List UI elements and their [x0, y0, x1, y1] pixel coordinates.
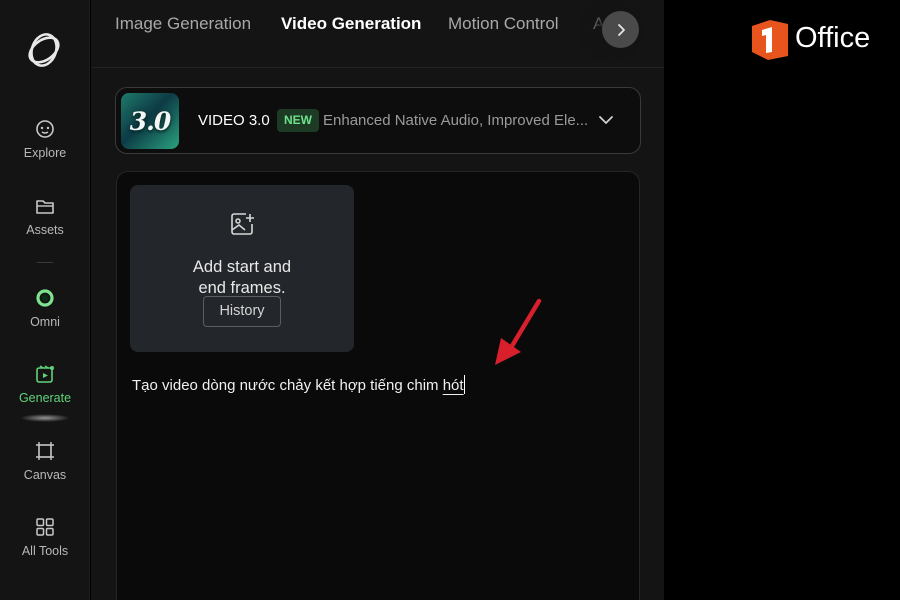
sidebar-item-label: All Tools	[21, 544, 69, 558]
tab-bar: Image Generation Video Generation Motion…	[91, 0, 664, 68]
prompt-text-last-word: hót	[442, 377, 464, 394]
sidebar-item-explore[interactable]: Explore	[0, 118, 90, 160]
office-watermark: Office	[748, 16, 870, 62]
tabs-next-button[interactable]	[602, 11, 639, 48]
canvas-frame-icon	[36, 442, 54, 460]
main-panel: Image Generation Video Generation Motion…	[91, 0, 664, 600]
sidebar-item-label: Generate	[18, 391, 72, 405]
add-frames-label: Add start and end frames.	[192, 258, 292, 297]
tab-video-generation[interactable]: Video Generation	[281, 14, 421, 34]
prompt-area[interactable]: Add start and end frames. History Tạo vi…	[116, 171, 640, 600]
sidebar-item-label: Omni	[30, 315, 60, 329]
text-caret	[463, 375, 465, 394]
model-description: Enhanced Native Audio, Improved Ele...	[323, 112, 589, 129]
folder-icon	[36, 200, 54, 214]
add-frames-card[interactable]: Add start and end frames. History	[130, 185, 354, 352]
tab-motion-control[interactable]: Motion Control	[448, 14, 559, 34]
history-button[interactable]: History	[203, 296, 281, 327]
new-badge: NEW	[277, 109, 319, 132]
model-selector[interactable]: 3.0 VIDEO 3.0 NEW Enhanced Native Audio,…	[115, 87, 641, 154]
add-image-icon	[231, 213, 254, 235]
omni-ring-icon	[36, 289, 54, 307]
sidebar-item-label: Assets	[26, 223, 64, 237]
active-indicator	[20, 414, 70, 422]
prompt-text: Tạo video dòng nước chảy kết hợp tiếng c…	[132, 377, 443, 394]
office-logo-icon	[752, 20, 788, 60]
chevron-right-icon	[617, 23, 625, 36]
generate-icon	[36, 365, 54, 383]
sidebar-divider	[37, 262, 53, 263]
sidebar: Explore Assets Omni Generate Canvas All …	[0, 0, 90, 600]
sidebar-item-generate[interactable]: Generate	[0, 363, 90, 405]
tab-image-generation[interactable]: Image Generation	[115, 14, 251, 34]
sidebar-item-label: Explore	[23, 146, 67, 160]
sidebar-item-all-tools[interactable]: All Tools	[0, 516, 90, 558]
explore-icon	[36, 120, 54, 138]
model-thumbnail: 3.0	[121, 93, 179, 149]
sidebar-item-assets[interactable]: Assets	[0, 195, 90, 237]
model-name: VIDEO 3.0	[198, 112, 270, 129]
prompt-input[interactable]: Tạo video dòng nước chảy kết hợp tiếng c…	[132, 375, 465, 394]
red-arrow-annotation	[495, 298, 542, 365]
office-watermark-text: Office	[795, 22, 871, 54]
sidebar-item-canvas[interactable]: Canvas	[0, 440, 90, 482]
sidebar-item-label: Canvas	[23, 468, 67, 482]
chevron-down-icon	[599, 116, 613, 124]
grid-icon	[36, 518, 54, 536]
app-logo-icon[interactable]	[22, 28, 66, 72]
sidebar-item-omni[interactable]: Omni	[0, 287, 90, 329]
